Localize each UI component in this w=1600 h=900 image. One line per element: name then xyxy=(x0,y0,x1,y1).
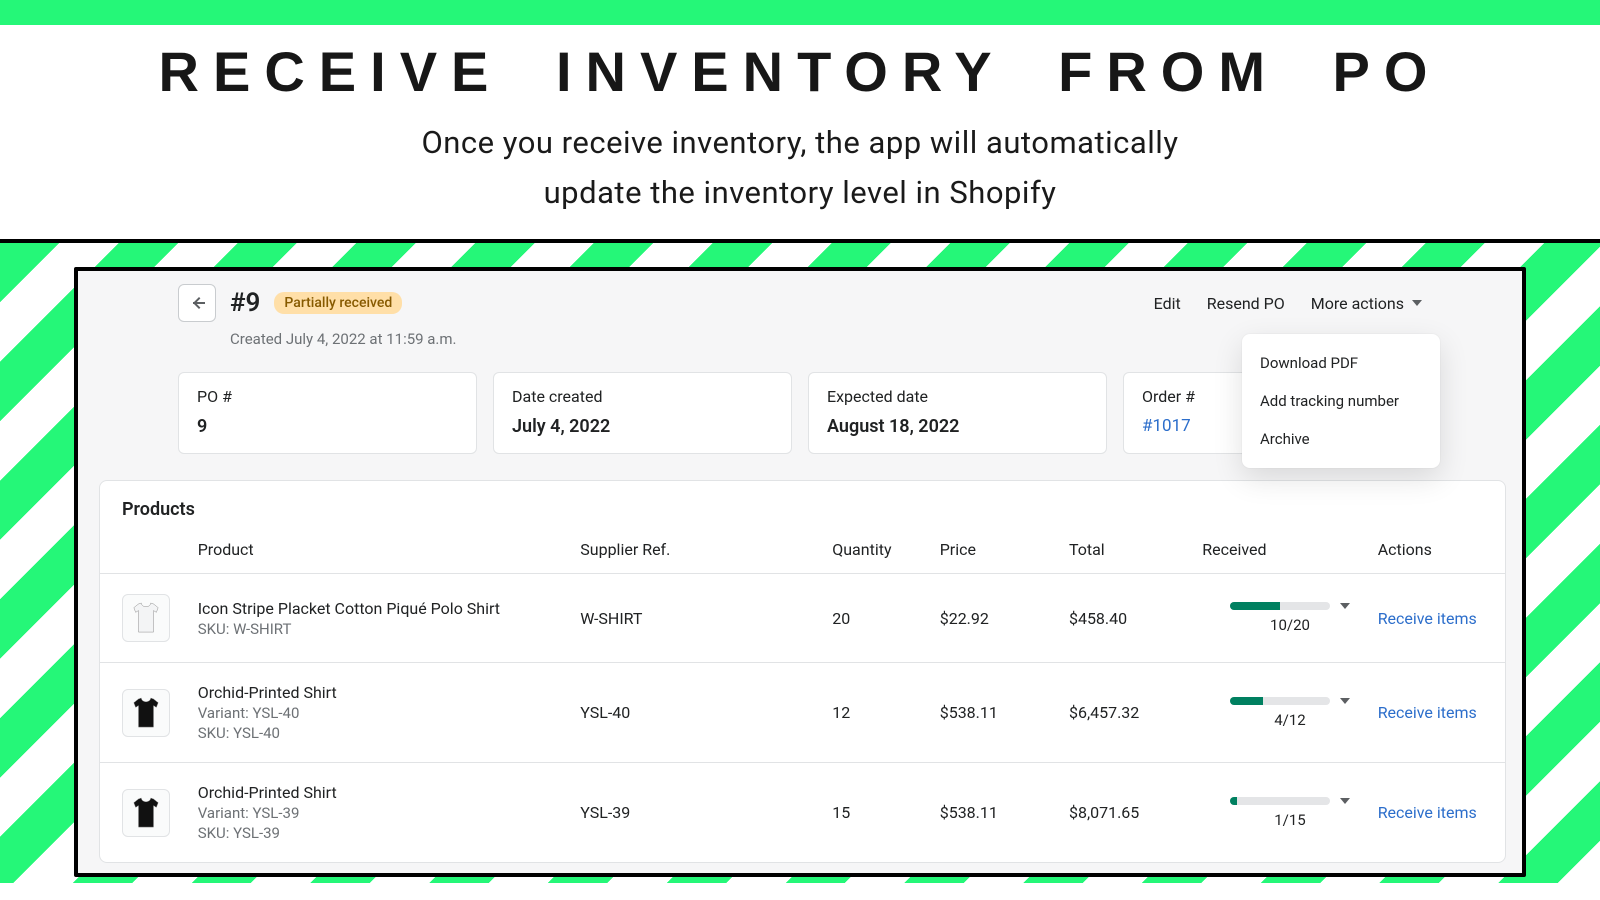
product-name: Orchid-Printed Shirt xyxy=(198,683,581,702)
status-badge: Partially received xyxy=(274,292,402,314)
col-actions: Actions xyxy=(1378,526,1505,574)
decorative-top-stripe xyxy=(0,0,1600,25)
supplier-ref: W-SHIRT xyxy=(580,574,832,663)
products-table: Product Supplier Ref. Quantity Price Tot… xyxy=(100,526,1505,862)
col-price: Price xyxy=(940,526,1069,574)
info-label: Expected date xyxy=(827,387,1088,406)
info-value: July 4, 2022 xyxy=(512,416,773,437)
more-actions-button[interactable]: More actions xyxy=(1311,294,1422,313)
info-label: PO # xyxy=(197,387,458,406)
col-quantity: Quantity xyxy=(832,526,939,574)
table-row: Orchid-Printed Shirt Variant: YSL-40 SKU: … xyxy=(100,663,1505,763)
shirt-icon xyxy=(131,796,161,830)
product-sku: SKU: YSL-39 xyxy=(198,824,581,842)
progress-bar xyxy=(1230,797,1330,805)
app-window: #9 Partially received Edit Resend PO Mor… xyxy=(74,267,1526,877)
price: $22.92 xyxy=(940,574,1069,663)
receive-items-link[interactable]: Receive items xyxy=(1378,609,1477,628)
receive-items-link[interactable]: Receive items xyxy=(1378,803,1477,822)
progress-bar xyxy=(1230,697,1330,705)
page-header: #9 Partially received Edit Resend PO Mor… xyxy=(178,284,1422,322)
price: $538.11 xyxy=(940,763,1069,863)
product-cell: Orchid-Printed Shirt Variant: YSL-39 SKU: … xyxy=(198,763,581,863)
received-cell: 10/20 xyxy=(1202,574,1377,663)
info-card-po: PO # 9 xyxy=(178,372,477,454)
received-count: 10/20 xyxy=(1270,616,1310,634)
caret-down-icon[interactable] xyxy=(1340,698,1350,704)
price: $538.11 xyxy=(940,663,1069,763)
caret-down-icon[interactable] xyxy=(1340,798,1350,804)
product-cell: Icon Stripe Placket Cotton Piqué Polo Sh… xyxy=(198,574,581,663)
purchase-order-title: #9 xyxy=(230,288,260,318)
col-received: Received xyxy=(1202,526,1377,574)
product-name: Icon Stripe Placket Cotton Piqué Polo Sh… xyxy=(198,599,581,618)
arrow-left-icon xyxy=(187,293,207,313)
back-button[interactable] xyxy=(178,284,216,322)
info-card-expected-date: Expected date August 18, 2022 xyxy=(808,372,1107,454)
received-cell: 1/15 xyxy=(1202,763,1377,863)
info-card-row: PO # 9 Date created July 4, 2022 Expecte… xyxy=(178,372,1422,454)
product-variant: Variant: YSL-40 xyxy=(198,704,581,722)
total: $6,457.32 xyxy=(1069,663,1202,763)
received-count: 1/15 xyxy=(1274,811,1305,829)
product-thumbnail xyxy=(122,789,170,837)
supplier-ref: YSL-40 xyxy=(580,663,832,763)
total: $8,071.65 xyxy=(1069,763,1202,863)
col-product: Product xyxy=(198,526,581,574)
product-thumbnail xyxy=(122,594,170,642)
menu-archive[interactable]: Archive xyxy=(1242,420,1440,458)
menu-add-tracking[interactable]: Add tracking number xyxy=(1242,382,1440,420)
edit-button[interactable]: Edit xyxy=(1154,294,1181,313)
quantity: 20 xyxy=(832,574,939,663)
total: $458.40 xyxy=(1069,574,1202,663)
shirt-icon xyxy=(131,696,161,730)
table-row: Icon Stripe Placket Cotton Piqué Polo Sh… xyxy=(100,574,1505,663)
products-section-title: Products xyxy=(100,481,1505,526)
product-sku: SKU: W-SHIRT xyxy=(198,620,581,638)
info-label: Date created xyxy=(512,387,773,406)
product-cell: Orchid-Printed Shirt Variant: YSL-40 SKU: … xyxy=(198,663,581,763)
table-row: Orchid-Printed Shirt Variant: YSL-39 SKU: … xyxy=(100,763,1505,863)
caret-down-icon[interactable] xyxy=(1340,603,1350,609)
striped-background: #9 Partially received Edit Resend PO Mor… xyxy=(0,243,1600,883)
caret-down-icon xyxy=(1412,300,1422,306)
received-cell: 4/12 xyxy=(1202,663,1377,763)
resend-po-button[interactable]: Resend PO xyxy=(1207,294,1285,313)
info-value: 9 xyxy=(197,416,458,437)
col-supplier-ref: Supplier Ref. xyxy=(580,526,832,574)
product-sku: SKU: YSL-40 xyxy=(198,724,581,742)
supplier-ref: YSL-39 xyxy=(580,763,832,863)
hero-section: RECEIVE INVENTORY FROM PO Once you recei… xyxy=(0,25,1600,239)
products-card: Products Product Supplier Ref. Quantity xyxy=(99,480,1506,863)
hero-subtitle: Once you receive inventory, the app will… xyxy=(0,118,1600,217)
product-variant: Variant: YSL-39 xyxy=(198,804,581,822)
hero-title: RECEIVE INVENTORY FROM PO xyxy=(0,39,1600,104)
more-actions-menu: Download PDF Add tracking number Archive xyxy=(1242,334,1440,468)
progress-bar xyxy=(1230,602,1330,610)
shirt-icon xyxy=(131,601,161,635)
table-header-row: Product Supplier Ref. Quantity Price Tot… xyxy=(100,526,1505,574)
received-count: 4/12 xyxy=(1274,711,1305,729)
menu-download-pdf[interactable]: Download PDF xyxy=(1242,344,1440,382)
col-total: Total xyxy=(1069,526,1202,574)
product-name: Orchid-Printed Shirt xyxy=(198,783,581,802)
info-card-date-created: Date created July 4, 2022 xyxy=(493,372,792,454)
quantity: 12 xyxy=(832,663,939,763)
quantity: 15 xyxy=(832,763,939,863)
product-thumbnail xyxy=(122,689,170,737)
receive-items-link[interactable]: Receive items xyxy=(1378,703,1477,722)
info-value: August 18, 2022 xyxy=(827,416,1088,437)
